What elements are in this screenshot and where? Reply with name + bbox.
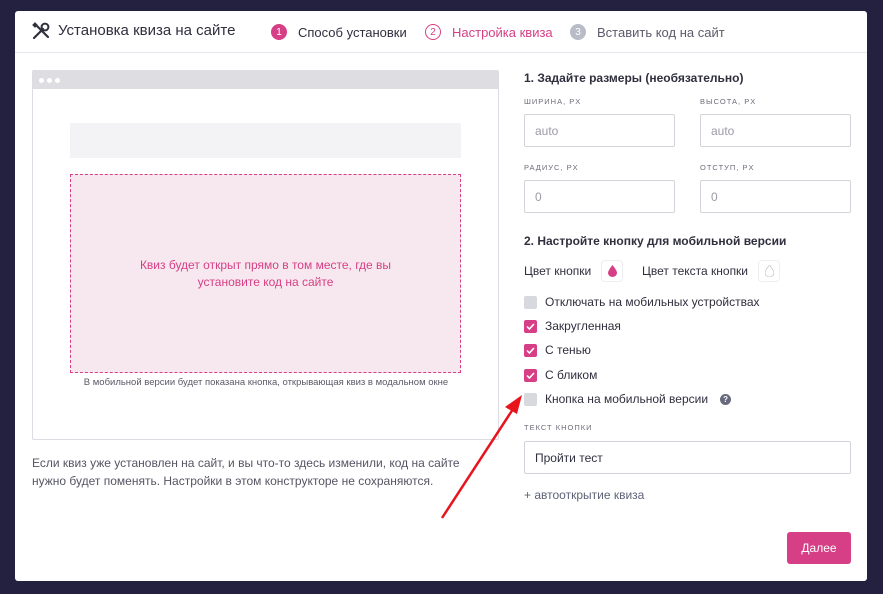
next-button[interactable]: Далее <box>787 532 851 564</box>
mobile-section-title: 2. Настройте кнопку для мобильной версии <box>524 234 787 248</box>
checkbox-label: С тенью <box>545 343 591 357</box>
glare-checkbox[interactable]: С бликом <box>524 367 597 383</box>
button-color-picker[interactable] <box>601 260 624 282</box>
step-label: Настройка квиза <box>452 24 553 40</box>
browser-toolbar <box>33 71 498 89</box>
window-dot-icon <box>55 78 60 83</box>
shadow-checkbox[interactable]: С тенью <box>524 342 591 358</box>
checkmark-icon <box>524 343 537 357</box>
window-dot-icon <box>47 78 52 83</box>
checkbox-icon <box>524 392 537 406</box>
quiz-embed-area: Квиз будет открыт прямо в том месте, где… <box>70 174 461 373</box>
checkmark-icon <box>524 368 537 382</box>
step-label: Вставить код на сайт <box>597 24 725 40</box>
install-quiz-modal: Установка квиза на сайте 1 Способ устано… <box>15 11 867 581</box>
text-color-label: Цвет текста кнопки <box>642 264 749 278</box>
offset-input[interactable]: 0 <box>700 180 851 213</box>
modal-header: Установка квиза на сайте 1 Способ устано… <box>15 11 867 53</box>
step-quiz-settings[interactable]: 2 Настройка квиза <box>425 23 553 41</box>
modal-title: Установка квиза на сайте <box>58 22 236 39</box>
disable-on-mobile-checkbox[interactable]: Отключать на мобильных устройствах <box>524 294 760 310</box>
radius-label: радиус, px <box>524 163 579 172</box>
checkbox-icon <box>524 295 537 309</box>
text-color-row: Цвет текста кнопки <box>642 260 781 282</box>
height-label: высота, px <box>700 97 757 106</box>
window-dot-icon <box>39 78 44 83</box>
rounded-checkbox[interactable]: Закругленная <box>524 318 621 334</box>
tools-icon <box>32 22 50 40</box>
step-installation-method[interactable]: 1 Способ установки <box>271 23 407 41</box>
button-text-input[interactable]: Пройти тест <box>524 441 851 474</box>
drop-icon <box>607 265 617 277</box>
sizes-section-title: 1. Задайте размеры (необязательно) <box>524 71 744 85</box>
width-input[interactable]: auto <box>524 114 675 147</box>
checkbox-label: Кнопка на мобильной версии <box>545 392 709 406</box>
step-number: 3 <box>570 24 586 40</box>
browser-preview: Квиз будет открыт прямо в том месте, где… <box>32 70 499 440</box>
width-label: ширина, px <box>524 97 582 106</box>
quiz-embed-text: Квиз будет открыт прямо в том месте, где… <box>139 257 392 289</box>
mobile-button-checkbox[interactable]: Кнопка на мобильной версии ? <box>524 391 732 407</box>
checkbox-label: С бликом <box>545 368 598 382</box>
checkmark-icon <box>524 319 537 333</box>
settings-warning-note: Если квиз уже установлен на сайт, и вы ч… <box>32 456 460 488</box>
text-color-picker[interactable] <box>758 260 781 282</box>
step-insert-code[interactable]: 3 Вставить код на сайт <box>570 23 725 41</box>
checkbox-label: Закругленная <box>545 319 621 333</box>
checkbox-label: Отключать на мобильных устройствах <box>545 295 760 309</box>
height-input[interactable]: auto <box>700 114 851 147</box>
page-placeholder-block <box>70 123 461 158</box>
radius-input[interactable]: 0 <box>524 180 675 213</box>
drop-icon <box>764 265 774 277</box>
mobile-note: В мобильной версии будет показана кнопка… <box>83 377 449 388</box>
button-color-label: Цвет кнопки <box>524 264 592 278</box>
step-label: Способ установки <box>298 24 407 40</box>
help-icon[interactable]: ? <box>720 393 732 405</box>
button-color-row: Цвет кнопки <box>524 260 624 282</box>
button-text-label: текст кнопки <box>524 423 593 432</box>
step-number: 1 <box>271 24 287 40</box>
offset-label: отступ, px <box>700 163 755 172</box>
step-number: 2 <box>425 24 441 40</box>
autoopen-link[interactable]: + автооткрытие квиза <box>524 488 644 502</box>
